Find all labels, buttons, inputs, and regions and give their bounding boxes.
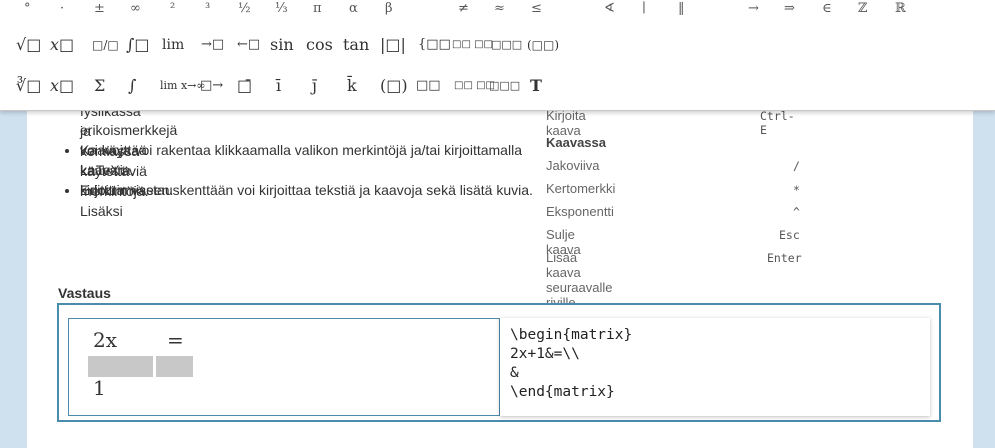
third-button[interactable]: ⅓ (275, 0, 288, 26)
sin-button[interactable]: sin (270, 28, 294, 62)
template-button[interactable]: □□ (416, 69, 441, 103)
math-toolbar: ° · ± ∞ ² ³ ½ ⅓ π α β ≠ ≈ ≤ ∢ ∣ ‖ → ⇒ ∈ … (0, 0, 995, 111)
tan-button[interactable]: tan (343, 28, 369, 62)
integral-button[interactable]: ∫□ (126, 28, 149, 62)
cos-button[interactable]: cos (306, 28, 333, 62)
latex-line[interactable]: \end{matrix} (510, 384, 615, 400)
shortcut-label: Lisää kaava seuraavalle riville (546, 250, 613, 310)
sqrt-button[interactable]: √□ (16, 28, 41, 62)
right-arrow-button[interactable]: → (748, 0, 759, 26)
matrix-button[interactable]: □□ □□ (452, 28, 493, 62)
alpha-button[interactable]: α (349, 0, 358, 26)
shortcut-label: Eksponentti (546, 204, 614, 219)
shortcut-key: ^ (793, 205, 800, 219)
unit-vector-i-button[interactable]: ī (276, 69, 281, 103)
arrow-under-button[interactable]: □→ (200, 69, 223, 103)
half-button[interactable]: ½ (238, 0, 251, 26)
pi-button[interactable]: π (313, 0, 322, 26)
limit-button[interactable]: lim (162, 28, 184, 62)
approx-button[interactable]: ≈ (494, 0, 505, 26)
integers-button[interactable]: ℤ (858, 0, 868, 26)
shortcut-section-title: Kaavassa (546, 135, 606, 150)
shortcut-write-formula-label: Kirjoita kaava (546, 108, 586, 138)
latex-line[interactable]: & (510, 365, 519, 381)
latex-line[interactable]: 2x+1&=\\ (510, 346, 580, 362)
binomial-button[interactable]: (□□) (527, 28, 559, 62)
shortcut-key: / (793, 159, 800, 173)
nth-root-button[interactable]: ∛□ (16, 69, 41, 103)
parallel-button[interactable]: ‖ (678, 0, 685, 26)
beta-button[interactable]: β (385, 0, 393, 26)
chemistry-button[interactable]: □□□ (491, 28, 522, 62)
formula-equals: = (167, 328, 184, 352)
cases-button[interactable]: {□□ (418, 28, 451, 62)
formula-placeholder[interactable] (156, 356, 193, 377)
plus-minus-button[interactable]: ± (94, 0, 105, 26)
unit-vector-j-button[interactable]: j̄ (312, 69, 317, 103)
parentheses-button[interactable]: (□) (380, 69, 408, 103)
overline-button[interactable]: □̄ (237, 69, 252, 103)
limit-infinity-button[interactable]: lim x→∞ (160, 69, 206, 103)
shortcut-write-formula-key: Ctrl-E (760, 109, 795, 137)
divides-button[interactable]: ∣ (642, 0, 646, 26)
squared-button[interactable]: ² (170, 0, 175, 26)
vector-left-button[interactable]: ←□ (237, 28, 260, 62)
degree-button[interactable]: ° (24, 0, 31, 26)
fraction-button[interactable]: □/□ (92, 28, 119, 62)
shortcut-key: * (793, 183, 800, 197)
unit-vector-k-button[interactable]: k̄ (347, 69, 357, 103)
shortcut-label: Jakoviiva (546, 158, 600, 173)
reals-button[interactable]: ℝ (895, 0, 906, 26)
not-equal-button[interactable]: ≠ (458, 0, 469, 26)
transpose-button[interactable]: T (530, 69, 542, 103)
less-equal-button[interactable]: ≤ (531, 0, 542, 26)
tip-item: Kaavoja voi rakentaa klikkaamalla valiko… (80, 140, 540, 180)
superscript-button[interactable]: x□ (50, 28, 74, 62)
vector-right-button[interactable]: →□ (201, 28, 224, 62)
implies-button[interactable]: ⇒ (784, 0, 795, 26)
sum-button[interactable]: Σ (94, 69, 105, 103)
formula-placeholder[interactable] (88, 356, 153, 377)
infinity-button[interactable]: ∞ (130, 0, 141, 26)
isotope-button[interactable]: □□□ (489, 69, 520, 103)
shortcut-label: Kertomerkki (546, 181, 616, 196)
shortcut-key: Esc (779, 228, 800, 242)
shortcut-key: Enter (767, 251, 802, 265)
tips-list: Kaavoja voi rakentaa klikkaamalla valiko… (63, 140, 540, 200)
dot-button[interactable]: · (60, 0, 64, 26)
cubed-button[interactable]: ³ (205, 0, 210, 26)
angle-button[interactable]: ∢ (604, 0, 615, 26)
tip-item: Editorin vastauskenttään voi kirjoittaa … (80, 180, 540, 200)
element-of-button[interactable]: ∈ (822, 0, 832, 26)
absolute-value-button[interactable]: |□| (380, 28, 406, 62)
latex-line[interactable]: \begin{matrix} (510, 327, 632, 343)
definite-integral-button[interactable]: ∫ (128, 69, 136, 103)
subscript-button[interactable]: x□ (50, 69, 74, 103)
